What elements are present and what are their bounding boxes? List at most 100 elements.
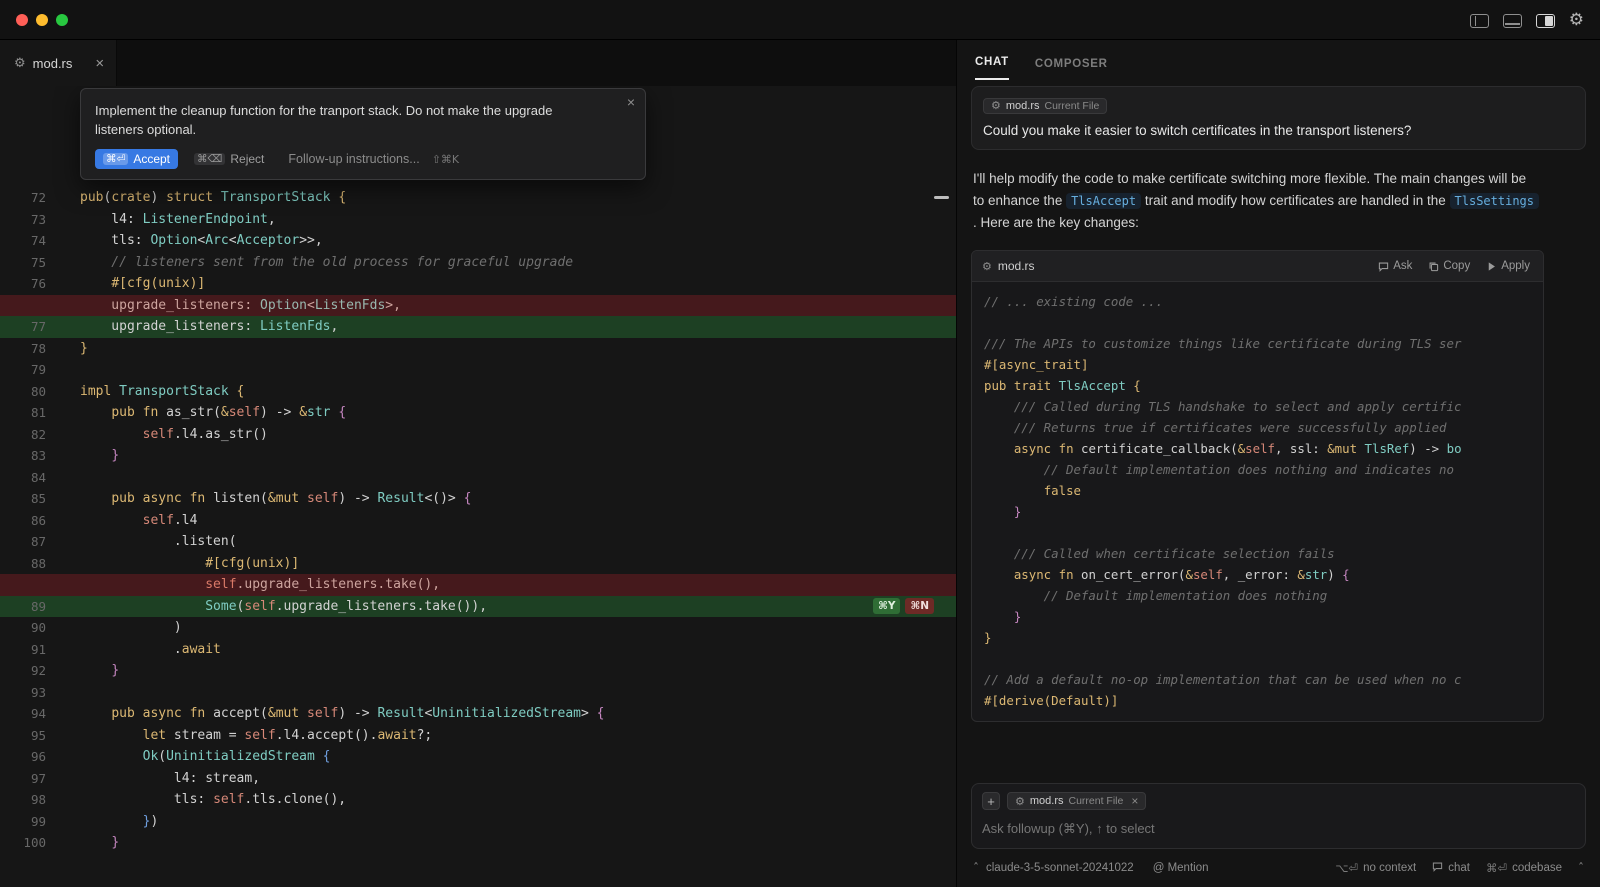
code-line[interactable]: 98 tls: self.tls.clone(), xyxy=(0,789,956,811)
code-line-text: } xyxy=(80,832,119,854)
line-number: 75 xyxy=(0,252,46,274)
code-line[interactable]: 93 xyxy=(0,682,956,704)
code-line[interactable]: 86 self.l4 xyxy=(0,510,956,532)
line-number: 74 xyxy=(0,230,46,252)
code-line[interactable]: upgrade_listeners: Option<ListenFds>, xyxy=(0,295,956,317)
apply-button[interactable]: Apply xyxy=(1479,257,1537,275)
editor-lines: 72pub(crate) struct TransportStack {73 l… xyxy=(0,86,956,854)
code-line-text: } xyxy=(80,660,119,682)
code-line[interactable]: 91 .await xyxy=(0,639,956,661)
code-line[interactable]: 85 pub async fn listen(&mut self) -> Res… xyxy=(0,488,956,510)
mention-button[interactable]: @ Mention xyxy=(1153,862,1209,874)
rust-file-icon: ⚙ xyxy=(991,100,1001,111)
code-line[interactable]: 77 upgrade_listeners: ListenFds, xyxy=(0,316,956,338)
line-number: 99 xyxy=(0,811,46,833)
tab-composer[interactable]: COMPOSER xyxy=(1035,58,1108,80)
close-icon[interactable]: × xyxy=(627,94,635,110)
zoom-window-button[interactable] xyxy=(56,14,68,26)
code-block-filename: mod.rs xyxy=(998,259,1035,273)
copy-label: Copy xyxy=(1443,260,1470,272)
copy-button[interactable]: Copy xyxy=(1421,257,1477,275)
inline-code[interactable]: TlsAccept xyxy=(1066,193,1141,209)
code-line[interactable]: 87 .listen( xyxy=(0,531,956,553)
rust-file-icon: ⚙ xyxy=(1015,796,1025,807)
assistant-message-text: I'll help modify the code to make certif… xyxy=(973,168,1541,234)
settings-gear-icon[interactable]: ⚙ xyxy=(1569,12,1584,29)
codebase-button[interactable]: ⌘⏎ codebase xyxy=(1486,861,1562,875)
code-block-line: /// Called when certificate selection fa… xyxy=(984,543,1543,564)
context-pill[interactable]: ⚙ mod.rs Current File × xyxy=(1007,792,1146,810)
code-line[interactable]: 83 } xyxy=(0,445,956,467)
line-number: 88 xyxy=(0,553,46,575)
line-number: 85 xyxy=(0,488,46,510)
toggle-bottom-panel-icon[interactable] xyxy=(1503,14,1522,28)
model-selector[interactable]: claude-3-5-sonnet-20241022 xyxy=(986,862,1134,874)
code-block-line xyxy=(984,648,1543,669)
code-line[interactable]: 88 #[cfg(unix)] xyxy=(0,553,956,575)
code-line[interactable]: 75 // listeners sent from the old proces… xyxy=(0,252,956,274)
code-block-line xyxy=(984,522,1543,543)
code-line[interactable]: 96 Ok(UninitializedStream { xyxy=(0,746,956,768)
code-line-text: Some(self.upgrade_listeners.take()), xyxy=(80,596,487,618)
ask-icon xyxy=(1378,261,1389,272)
code-line[interactable]: 76 #[cfg(unix)] xyxy=(0,273,956,295)
inline-edit-prompt-text: Implement the cleanup function for the t… xyxy=(95,101,595,139)
no-context-hint[interactable]: ⌥⏎ no context xyxy=(1335,861,1416,875)
code-line[interactable]: 99 }) xyxy=(0,811,956,833)
code-line[interactable]: 84 xyxy=(0,467,956,489)
close-window-button[interactable] xyxy=(16,14,28,26)
code-line[interactable]: 78} xyxy=(0,338,956,360)
rust-file-icon: ⚙ xyxy=(982,261,992,272)
accept-hunk-badge[interactable]: ⌘Y xyxy=(873,598,900,614)
code-line[interactable]: 92 } xyxy=(0,660,956,682)
chevron-up-icon[interactable]: ˆ xyxy=(1578,861,1584,875)
code-editor[interactable]: 72pub(crate) struct TransportStack {73 l… xyxy=(0,86,956,887)
inline-code[interactable]: TlsSettings xyxy=(1450,193,1539,209)
toggle-right-panel-icon[interactable] xyxy=(1536,14,1555,28)
code-block-line: pub trait TlsAccept { xyxy=(984,375,1543,396)
code-line[interactable]: 89 Some(self.upgrade_listeners.take()),⌘… xyxy=(0,596,956,618)
tab-mod-rs[interactable]: ⚙ mod.rs × xyxy=(0,40,117,86)
code-line[interactable]: 72pub(crate) struct TransportStack { xyxy=(0,187,956,209)
code-block-line: /// Called during TLS handshake to selec… xyxy=(984,396,1543,417)
code-line[interactable]: 82 self.l4.as_str() xyxy=(0,424,956,446)
code-line[interactable]: 97 l4: stream, xyxy=(0,768,956,790)
line-number: 87 xyxy=(0,531,46,553)
code-block-line: async fn certificate_callback(&self, ssl… xyxy=(984,438,1543,459)
scroll-indicator[interactable] xyxy=(934,196,949,199)
chat-input[interactable]: + ⚙ mod.rs Current File × Ask followup (… xyxy=(971,783,1586,849)
apply-icon xyxy=(1486,261,1497,272)
code-line[interactable]: self.upgrade_listeners.take(), xyxy=(0,574,956,596)
remove-context-icon[interactable]: × xyxy=(1131,794,1138,808)
toggle-left-panel-icon[interactable] xyxy=(1470,14,1489,28)
line-number: 100 xyxy=(0,832,46,854)
followup-label: Follow-up instructions... xyxy=(288,152,419,166)
code-line[interactable]: 79 xyxy=(0,359,956,381)
accept-button[interactable]: ⌘⏎ Accept xyxy=(95,149,178,169)
code-line[interactable]: 90 ) xyxy=(0,617,956,639)
code-line[interactable]: 94 pub async fn accept(&mut self) -> Res… xyxy=(0,703,956,725)
code-line-text: .listen( xyxy=(80,531,237,553)
code-line[interactable]: 74 tls: Option<Arc<Acceptor>>, xyxy=(0,230,956,252)
ask-button[interactable]: Ask xyxy=(1371,257,1419,275)
code-line[interactable]: 95 let stream = self.l4.accept().await?; xyxy=(0,725,956,747)
reject-button[interactable]: ⌘⌫ Reject xyxy=(194,152,264,166)
chat-mode-toggle[interactable]: chat xyxy=(1432,861,1470,875)
tab-chat[interactable]: CHAT xyxy=(975,56,1009,80)
panel-left-glyph xyxy=(1471,15,1488,27)
context-pill[interactable]: ⚙ mod.rs Current File xyxy=(983,98,1107,114)
add-context-button[interactable]: + xyxy=(982,792,1000,810)
code-line-text: pub async fn accept(&mut self) -> Result… xyxy=(80,703,604,725)
code-block-line xyxy=(984,312,1543,333)
followup-instructions-input[interactable]: Follow-up instructions... ⇧⌘K xyxy=(288,152,462,166)
code-line[interactable]: 73 l4: ListenerEndpoint, xyxy=(0,209,956,231)
minimize-window-button[interactable] xyxy=(36,14,48,26)
code-line[interactable]: 81 pub fn as_str(&self) -> &str { xyxy=(0,402,956,424)
tab-label: mod.rs xyxy=(33,56,73,71)
code-line[interactable]: 100 } xyxy=(0,832,956,854)
reject-hunk-badge[interactable]: ⌘N xyxy=(905,598,934,614)
code-line-text: l4: ListenerEndpoint, xyxy=(80,209,276,231)
close-tab-icon[interactable]: × xyxy=(95,55,104,72)
line-number xyxy=(0,574,46,596)
code-line[interactable]: 80impl TransportStack { xyxy=(0,381,956,403)
